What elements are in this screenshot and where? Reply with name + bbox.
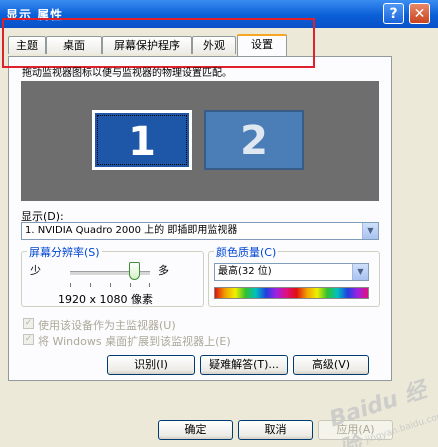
advanced-button[interactable]: 高级(V) <box>293 355 369 375</box>
resolution-slider-thumb[interactable] <box>128 262 140 280</box>
monitor-2[interactable]: 2 <box>204 110 304 170</box>
display-select[interactable]: 1. NVIDIA Quadro 2000 上的 即插即用监视器 ▼ <box>21 222 379 240</box>
ok-button[interactable]: 确定 <box>158 420 233 440</box>
highlight-box <box>2 18 315 68</box>
monitor-1[interactable]: 1 <box>92 110 192 170</box>
help-button[interactable]: ? <box>383 3 404 24</box>
resolution-max-label: 多 <box>158 264 169 277</box>
resolution-value: 1920 x 1080 像素 <box>58 293 153 306</box>
extend-desktop-label: 将 Windows 桌面扩展到该监视器上(E) <box>38 335 231 348</box>
resolution-group-title: 屏幕分辨率(S) <box>27 244 102 260</box>
drag-hint: 拖动监视器图标以便与监视器的物理设置匹配。 <box>22 68 232 79</box>
display-properties-window: 显示 属性 ? ✕ 主题 桌面 屏幕保护程序 外观 设置 拖动监视器图标以便与监… <box>0 0 438 447</box>
color-quality-select[interactable]: 最高(32 位) ▼ <box>214 263 369 281</box>
extend-desktop-checkbox[interactable]: ✓ <box>23 334 34 345</box>
chevron-down-icon[interactable]: ▼ <box>352 264 368 280</box>
identify-button[interactable]: 识别(I) <box>107 355 195 375</box>
monitor-arrangement: 1 2 <box>21 81 379 201</box>
resolution-min-label: 少 <box>30 264 41 277</box>
cancel-button[interactable]: 取消 <box>238 420 313 440</box>
display-select-value: 1. NVIDIA Quadro 2000 上的 即插即用监视器 <box>25 225 238 236</box>
primary-monitor-label: 使用该设备作为主监视器(U) <box>38 319 176 332</box>
close-button[interactable]: ✕ <box>409 3 430 24</box>
resolution-slider-ticks <box>70 283 150 287</box>
chevron-down-icon[interactable]: ▼ <box>362 223 378 239</box>
color-spectrum-bar <box>214 287 369 299</box>
color-quality-group-title: 颜色质量(C) <box>214 244 279 260</box>
color-quality-value: 最高(32 位) <box>218 266 272 277</box>
primary-monitor-checkbox[interactable]: ✓ <box>23 318 34 329</box>
troubleshoot-button[interactable]: 疑难解答(T)... <box>200 355 288 375</box>
